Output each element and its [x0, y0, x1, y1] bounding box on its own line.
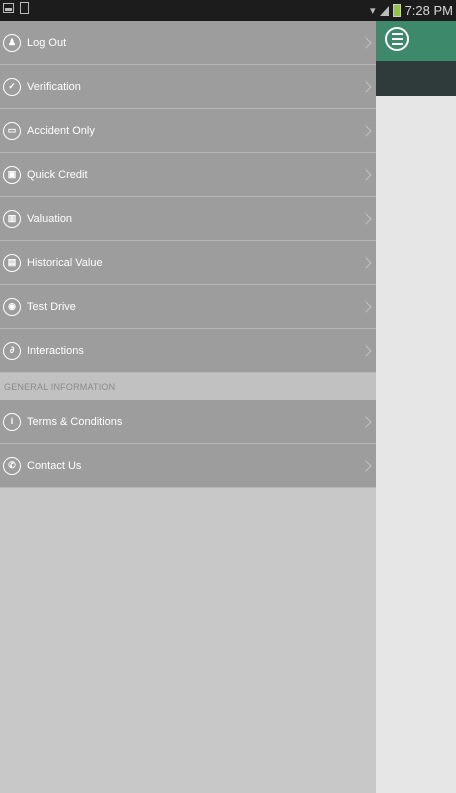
menu-item-quick-credit[interactable]: ▣ Quick Credit: [0, 153, 376, 197]
chevron-right-icon: [360, 80, 372, 93]
battery-icon: [392, 4, 401, 17]
menu-item-interactions[interactable]: ∂ Interactions: [0, 329, 376, 373]
signal-icon: [379, 5, 389, 16]
document-notification-icon: [20, 2, 29, 14]
wifi-icon: ▾: [370, 5, 376, 17]
menu-item-valuation[interactable]: ▥ Valuation: [0, 197, 376, 241]
menu-item-terms-conditions[interactable]: i Terms & Conditions: [0, 400, 376, 444]
chevron-right-icon: [360, 124, 372, 137]
menu-item-label: Verification: [27, 80, 81, 93]
status-indicators: ▾ 7:28 PM: [370, 0, 453, 21]
chevron-right-icon: [360, 415, 372, 428]
hamburger-menu-icon[interactable]: [385, 27, 409, 51]
menu-item-label: Accident Only: [27, 124, 95, 137]
chevron-right-icon: [360, 168, 372, 181]
phone-icon: ✆: [3, 456, 21, 475]
notification-icons: [3, 2, 29, 14]
menu-item-label: Valuation: [27, 212, 73, 225]
chevron-right-icon: [360, 256, 372, 269]
credit-icon: ▣: [3, 165, 21, 184]
section-header-general-information: GENERAL INFORMATION: [0, 373, 376, 400]
history-icon: ▤: [3, 253, 21, 272]
menu-item-verification[interactable]: ✓ Verification: [0, 65, 376, 109]
status-bar: ▾ 7:28 PM: [0, 0, 456, 21]
chevron-right-icon: [360, 36, 372, 49]
menu-item-log-out[interactable]: ♟ Log Out: [0, 21, 376, 65]
menu-item-label: Log Out: [27, 36, 67, 49]
info-icon: i: [3, 412, 21, 431]
chevron-right-icon: [360, 212, 372, 225]
menu-item-label: Terms & Conditions: [27, 415, 123, 428]
chevron-right-icon: [360, 300, 372, 313]
bar-chart-icon: ▥: [3, 209, 21, 228]
user-icon: ♟: [3, 33, 21, 52]
navigation-drawer: ♟ Log Out ✓ Verification ▭ Accident Only…: [0, 21, 376, 793]
car-icon: ▭: [3, 121, 21, 140]
menu-item-test-drive[interactable]: ◉ Test Drive: [0, 285, 376, 329]
menu-item-contact-us[interactable]: ✆ Contact Us: [0, 444, 376, 488]
menu-item-label: Contact Us: [27, 459, 82, 472]
menu-item-label: Test Drive: [27, 300, 76, 313]
thumbs-up-icon: ✓: [3, 77, 21, 96]
menu-item-label: Historical Value: [27, 256, 103, 269]
app-subbar: [376, 61, 456, 96]
menu-item-historical-value[interactable]: ▤ Historical Value: [0, 241, 376, 285]
menu-item-label: Quick Credit: [27, 168, 88, 181]
menu-item-label: Interactions: [27, 344, 84, 357]
chevron-right-icon: [360, 344, 372, 357]
chevron-right-icon: [360, 459, 372, 472]
menu-item-accident-only[interactable]: ▭ Accident Only: [0, 109, 376, 153]
steering-wheel-icon: ◉: [3, 297, 21, 316]
link-icon: ∂: [3, 341, 21, 360]
image-notification-icon: [3, 3, 14, 13]
status-time: 7:28 PM: [404, 3, 453, 18]
